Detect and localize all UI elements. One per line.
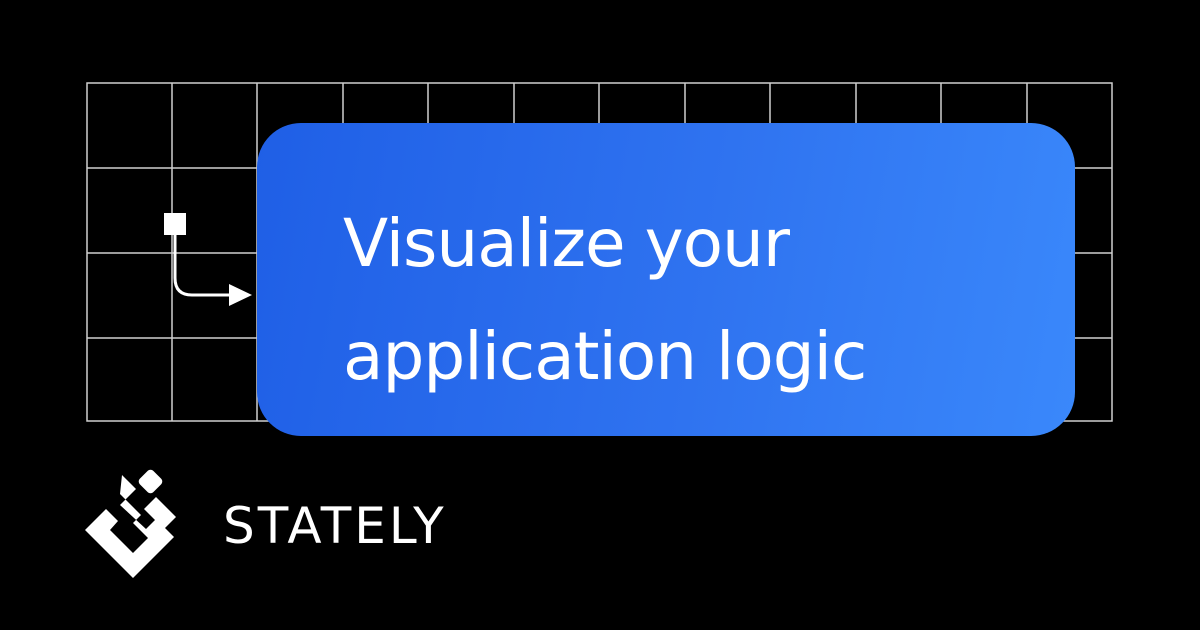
og-banner: Visualize your application logic STATELY bbox=[0, 0, 1200, 630]
headline-card: Visualize your application logic bbox=[257, 123, 1075, 436]
brand-name: STATELY bbox=[223, 497, 447, 555]
headline-line-1: Visualize your bbox=[343, 205, 790, 282]
headline: Visualize your application logic bbox=[343, 187, 1075, 413]
brand-lockup: STATELY bbox=[84, 466, 447, 586]
stately-logo-icon bbox=[85, 469, 176, 578]
headline-line-2: application logic bbox=[343, 318, 867, 395]
